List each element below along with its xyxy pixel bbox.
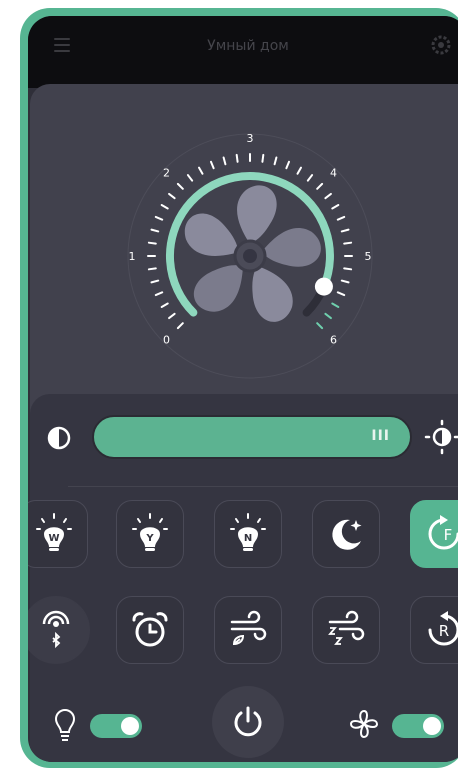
dial-mark-label: 4 — [330, 167, 337, 180]
dial-tick — [168, 312, 176, 320]
dial-tick — [336, 291, 346, 297]
dial-tick — [150, 279, 160, 284]
moon-icon — [332, 519, 362, 550]
dial-tick — [343, 267, 353, 271]
power-button[interactable] — [212, 686, 284, 758]
dial-tick — [331, 204, 340, 210]
fan-blade — [237, 185, 277, 244]
alarm-clock-icon — [132, 612, 168, 647]
contrast-icon — [47, 426, 71, 450]
dial-tick — [324, 312, 332, 320]
lightbulb-icon — [54, 709, 76, 741]
bluetooth-signal-icon — [42, 610, 70, 649]
svg-text:F: F — [444, 526, 453, 544]
mode-night-button[interactable] — [312, 500, 380, 568]
dial-tick — [154, 215, 164, 221]
dial-tick — [176, 182, 184, 190]
dial-tick — [316, 322, 324, 330]
dial-tick — [340, 228, 350, 233]
light-toggle-knob — [121, 717, 139, 735]
dial-tick — [316, 182, 324, 190]
svg-text:W: W — [48, 533, 59, 544]
dial-mark-label: 3 — [247, 132, 254, 145]
panel-divider — [68, 486, 458, 487]
dial-tick — [324, 192, 332, 200]
slider-grip[interactable]: III — [371, 428, 390, 444]
rotate-forward-button[interactable]: F — [410, 500, 458, 568]
rotate-reverse-icon: R — [428, 611, 458, 646]
rotate-reverse-button[interactable]: R — [410, 596, 458, 664]
dial-tick — [168, 192, 176, 200]
dial-mark-label: 5 — [365, 250, 372, 263]
app-screen: Умный дом 0 1 2 3 4 5 6 III W Y N F R — [28, 16, 458, 762]
natural-wind-icon — [230, 610, 267, 646]
dial-tick — [235, 153, 239, 163]
dial-mark-label: 0 — [163, 333, 170, 346]
natural-wind-button[interactable] — [214, 596, 282, 664]
dial-mark-label: 2 — [163, 167, 170, 180]
dial-tick — [285, 160, 291, 170]
alarm-clock-button[interactable] — [116, 596, 184, 664]
dial-mark-label: 1 — [129, 250, 136, 263]
dial-mark-label: 6 — [330, 333, 337, 346]
bulb-yellow-icon: Y — [132, 513, 168, 551]
dial-tick — [147, 267, 157, 271]
dial-tick — [336, 215, 346, 221]
bulb-neutral-icon: N — [230, 513, 266, 551]
dial-tick — [160, 204, 169, 210]
sleep-wind-icon — [328, 610, 365, 645]
fan-speed-dial[interactable]: 0 1 2 3 4 5 6 — [120, 126, 380, 386]
fan-blades-icon — [184, 185, 321, 322]
light-toggle[interactable] — [90, 714, 142, 738]
dial-tick — [261, 153, 265, 163]
mode-neutral-button[interactable]: N — [214, 500, 282, 568]
dial-tick — [331, 302, 340, 308]
dial-tick — [160, 302, 169, 308]
sleep-wind-button[interactable] — [312, 596, 380, 664]
brightness-icon — [424, 419, 458, 455]
settings-gear-icon[interactable] — [430, 34, 452, 56]
dial-tick — [209, 160, 215, 170]
svg-text:Y: Y — [145, 533, 154, 544]
dial-tick — [176, 322, 184, 330]
fan-icon — [349, 709, 379, 739]
dial-tick — [273, 156, 278, 166]
dial-tick — [296, 166, 302, 175]
dial-tick — [198, 166, 204, 175]
speed-knob[interactable] — [314, 277, 333, 296]
mode-yellow-button[interactable]: Y — [116, 500, 184, 568]
rotate-forward-icon: F — [428, 515, 458, 550]
dial-tick — [343, 241, 353, 245]
dial-tick — [222, 156, 227, 166]
svg-text:R: R — [439, 622, 449, 640]
brightness-row: III — [28, 412, 458, 462]
dial-tick — [306, 174, 314, 182]
fan-blade — [261, 228, 321, 267]
bulb-warm-icon: W — [36, 513, 72, 551]
dial-tick — [340, 279, 350, 284]
dial-tick — [186, 174, 194, 182]
svg-text:N: N — [244, 533, 252, 544]
dial-tick — [147, 241, 157, 245]
app-title: Умный дом — [207, 38, 289, 54]
top-bar: Умный дом — [28, 16, 458, 88]
fan-toggle[interactable] — [392, 714, 444, 738]
brightness-slider[interactable]: III — [92, 415, 412, 459]
dial-tick — [154, 291, 164, 297]
power-icon — [234, 706, 262, 737]
mode-warm-button[interactable]: W — [28, 500, 88, 568]
fan-toggle-knob — [423, 717, 441, 735]
dial-tick — [150, 228, 160, 233]
